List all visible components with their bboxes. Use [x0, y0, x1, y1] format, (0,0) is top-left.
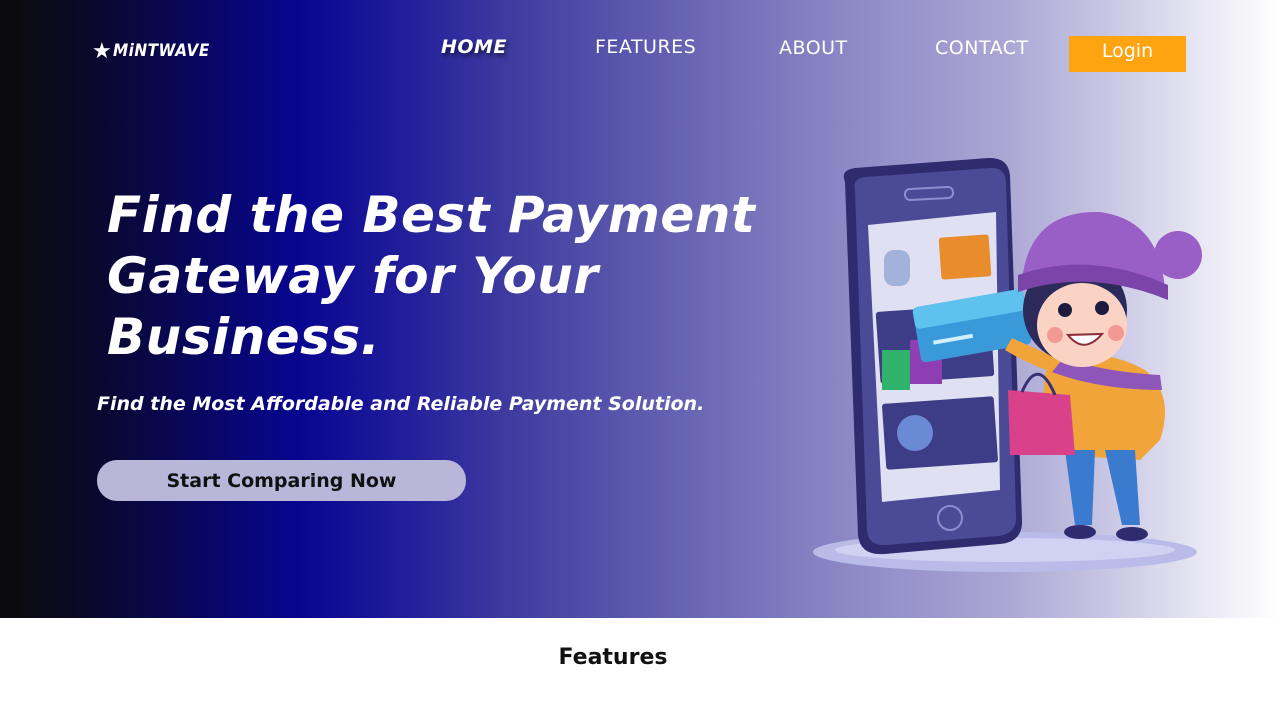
- star-icon: ★: [92, 38, 112, 63]
- nav-home-link[interactable]: HOME: [441, 36, 507, 58]
- girl-leg: [1065, 450, 1095, 525]
- beanie-pompom: [1154, 231, 1202, 279]
- start-comparing-button[interactable]: Start Comparing Now: [97, 460, 466, 501]
- brand-logo[interactable]: ★ MiNTWAVE: [92, 38, 220, 64]
- brand-name: MiNTWAVE: [112, 41, 210, 61]
- shield-icon: [897, 415, 933, 451]
- hero-section: ★ MiNTWAVE HOME FEATURES ABOUT CONTACT L…: [0, 0, 1280, 618]
- pink-shopping-bag-icon: [1008, 390, 1075, 455]
- hero-subtitle: Find the Most Affordable and Reliable Pa…: [97, 393, 705, 415]
- nav-features-link[interactable]: FEATURES: [595, 36, 696, 58]
- login-button[interactable]: Login: [1069, 36, 1186, 72]
- wallet-icon: [938, 234, 992, 280]
- girl-shopping-with-phone-illustration: [813, 157, 1202, 572]
- nav-contact-link[interactable]: CONTACT: [935, 37, 1029, 59]
- girl-face: [1037, 283, 1127, 367]
- features-heading: Features: [558, 645, 668, 670]
- shopping-bag-icon: [882, 350, 910, 390]
- hero-title: Find the Best Payment Gateway for Your B…: [107, 186, 756, 366]
- nav-about-link[interactable]: ABOUT: [779, 37, 848, 59]
